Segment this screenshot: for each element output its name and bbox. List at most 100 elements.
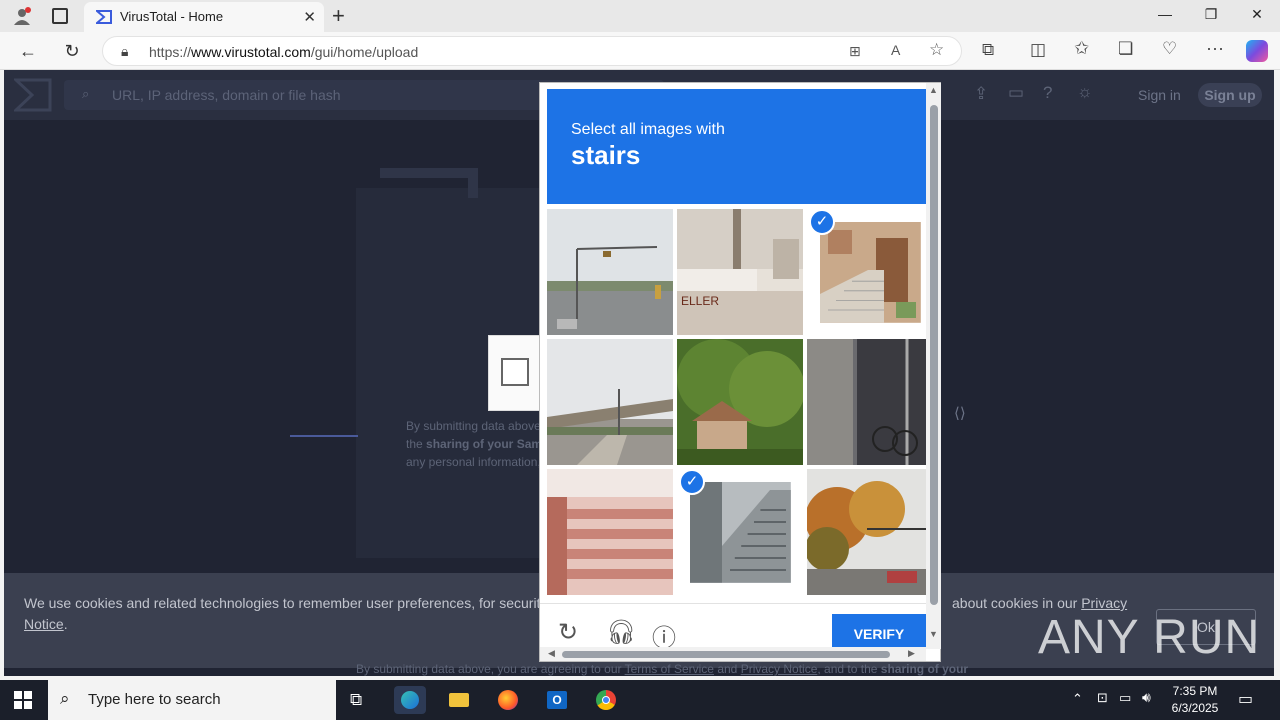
terms-line-1: By submitting data above, [406, 419, 545, 433]
network-icon[interactable]: ▭ [1119, 690, 1131, 706]
favorite-star-icon[interactable]: ☆ [929, 40, 944, 60]
captcha-tile-stone-stairs[interactable]: ✓ [807, 209, 933, 335]
chrome-icon[interactable] [590, 686, 622, 714]
read-aloud-icon[interactable]: A [891, 42, 900, 58]
browser-toolbar: ← ↻ 🔒︎ https://www.virustotal.com/gui/ho… [0, 32, 1280, 70]
virustotal-favicon-icon [96, 10, 112, 24]
captcha-challenge: Select all images with stairs ELLER ✓ ✓ … [539, 82, 941, 662]
captcha-header: Select all images with stairs [547, 89, 926, 204]
audio-challenge-icon[interactable]: 🎧︎ [606, 618, 636, 647]
url-text: https://www.virustotal.com/gui/home/uplo… [149, 44, 419, 60]
outlook-icon[interactable]: O [541, 686, 573, 714]
theme-icon[interactable]: ☼ [1077, 82, 1093, 102]
captcha-tile-intersection[interactable] [547, 209, 673, 335]
sign-up-button[interactable]: Sign up [1198, 83, 1262, 107]
scroll-down-arrow-icon[interactable]: ▼ [929, 629, 938, 639]
tab-virustotal[interactable]: VirusTotal - Home ✕ [84, 2, 324, 32]
profile-icon[interactable] [12, 6, 32, 26]
bicycle-wall-image [807, 339, 933, 465]
selected-check-icon: ✓ [809, 209, 835, 235]
notice-line: Notice. [24, 616, 68, 632]
scroll-right-arrow-icon[interactable]: ▶ [908, 648, 915, 659]
refresh-button[interactable]: ↻ [58, 38, 86, 64]
tree-house-image [677, 339, 803, 465]
vt-big-logo-icon [380, 168, 478, 198]
extensions-icon[interactable]: ⧉ [982, 40, 994, 60]
building-pole-image: ELLER [677, 209, 803, 335]
captcha-tile-red-stairs[interactable] [547, 469, 673, 595]
search-icon: ⌕ [82, 86, 90, 101]
new-tab-button[interactable]: + [332, 3, 345, 29]
task-view-icon[interactable]: ⧉ [350, 690, 362, 710]
tab-bar: VirusTotal - Home ✕ + — ❐ ✕ [0, 0, 1280, 32]
app-available-icon[interactable]: ⊞ [849, 43, 861, 60]
cookie-text-right: about cookies in our Privacy [952, 595, 1128, 611]
terms-line-2: the sharing of your Samp [406, 437, 550, 451]
red-stairs-image [547, 469, 673, 595]
captcha-checkbox-frame [488, 335, 540, 411]
clock-date[interactable]: 6/3/2025 [1160, 701, 1230, 715]
captcha-prompt: Select all images with [571, 121, 725, 138]
favorites-icon[interactable]: ✩ [1074, 38, 1089, 59]
restore-button[interactable]: ❐ [1196, 6, 1226, 23]
autumn-street-image [807, 469, 933, 595]
address-bar[interactable]: 🔒︎ https://www.virustotal.com/gui/home/u… [102, 36, 962, 66]
captcha-checkbox[interactable] [501, 358, 529, 386]
close-window-button[interactable]: ✕ [1242, 6, 1272, 23]
anyrun-watermark: ANY RUN [1038, 611, 1261, 664]
refresh-icon[interactable]: ↻ [558, 618, 578, 647]
back-button[interactable]: ← [14, 38, 42, 64]
bottom-terms-text: By submitting data above, you are agreei… [356, 662, 969, 676]
intersection-image [547, 209, 673, 335]
split-screen-icon[interactable]: ◫ [1030, 40, 1046, 60]
scroll-up-arrow-icon[interactable]: ▲ [929, 85, 938, 95]
taskbar-search-box[interactable]: ⌕ Type here to search [48, 680, 336, 720]
firefox-icon[interactable] [492, 686, 524, 714]
clock-time[interactable]: 7:35 PM [1160, 684, 1230, 698]
close-tab-icon[interactable]: ✕ [303, 8, 316, 26]
tab-underline [290, 435, 358, 437]
captcha-horizontal-scrollbar[interactable]: ◀ ▶ [540, 647, 926, 661]
notice-link[interactable]: Notice [24, 616, 64, 632]
captcha-tile-bicycle-wall[interactable] [807, 339, 933, 465]
upload-icon[interactable]: ⇪ [974, 84, 988, 104]
captcha-tile-outdoor-staircase[interactable]: ✓ [677, 469, 803, 595]
captcha-target-word: stairs [571, 140, 641, 170]
notification-center-icon[interactable]: ▭ [1238, 689, 1253, 709]
tab-actions-icon[interactable] [52, 8, 68, 24]
captcha-footer: ↻ 🎧︎ ⓘ VERIFY [540, 603, 926, 654]
collections-icon[interactable]: ❏ [1118, 39, 1133, 59]
copilot-icon[interactable] [1246, 40, 1268, 62]
notifications-icon[interactable]: ▭ [1008, 83, 1024, 103]
taskbar-search-placeholder: Type here to search [88, 691, 221, 708]
virustotal-logo-icon[interactable] [14, 78, 52, 112]
sign-in-link[interactable]: Sign in [1138, 87, 1181, 103]
horizontal-scroll-thumb[interactable] [562, 651, 890, 658]
file-explorer-icon[interactable] [443, 686, 475, 714]
captcha-tile-tree-house[interactable] [677, 339, 803, 465]
windows-start-icon[interactable] [14, 691, 32, 709]
captcha-tile-overpass[interactable] [547, 339, 673, 465]
svg-text:ELLER: ELLER [681, 294, 719, 308]
browser-essentials-icon[interactable]: ♡ [1162, 39, 1177, 59]
captcha-tile-autumn-street[interactable] [807, 469, 933, 595]
overpass-image [547, 339, 673, 465]
selected-check-icon: ✓ [679, 469, 705, 495]
more-menu-icon[interactable]: ··· [1206, 38, 1224, 59]
tray-device-icon[interactable]: ⊡ [1097, 690, 1108, 706]
vertical-scroll-thumb[interactable] [930, 105, 938, 605]
terms-line-3: any personal information, [406, 455, 541, 469]
volume-icon[interactable]: 🔊︎ [1142, 689, 1151, 706]
taskbar: ⌕ Type here to search ⧉ O ⌃ ⊡ ▭ 🔊︎ 7:35 … [0, 680, 1280, 720]
scroll-left-arrow-icon[interactable]: ◀ [548, 648, 555, 659]
minimize-button[interactable]: — [1150, 6, 1180, 22]
privacy-link[interactable]: Privacy [1081, 595, 1127, 611]
help-icon[interactable]: ? [1043, 83, 1052, 103]
vt-search-placeholder: URL, IP address, domain or file hash [112, 87, 341, 103]
captcha-vertical-scrollbar[interactable]: ▲ ▼ [926, 83, 941, 649]
search-icon: ⌕ [60, 689, 70, 708]
code-icon[interactable]: ⟨⟩ [954, 404, 966, 422]
captcha-tile-building-pole[interactable]: ELLER [677, 209, 803, 335]
edge-taskbar-icon[interactable] [394, 686, 426, 714]
tray-chevron-icon[interactable]: ⌃ [1072, 691, 1083, 707]
